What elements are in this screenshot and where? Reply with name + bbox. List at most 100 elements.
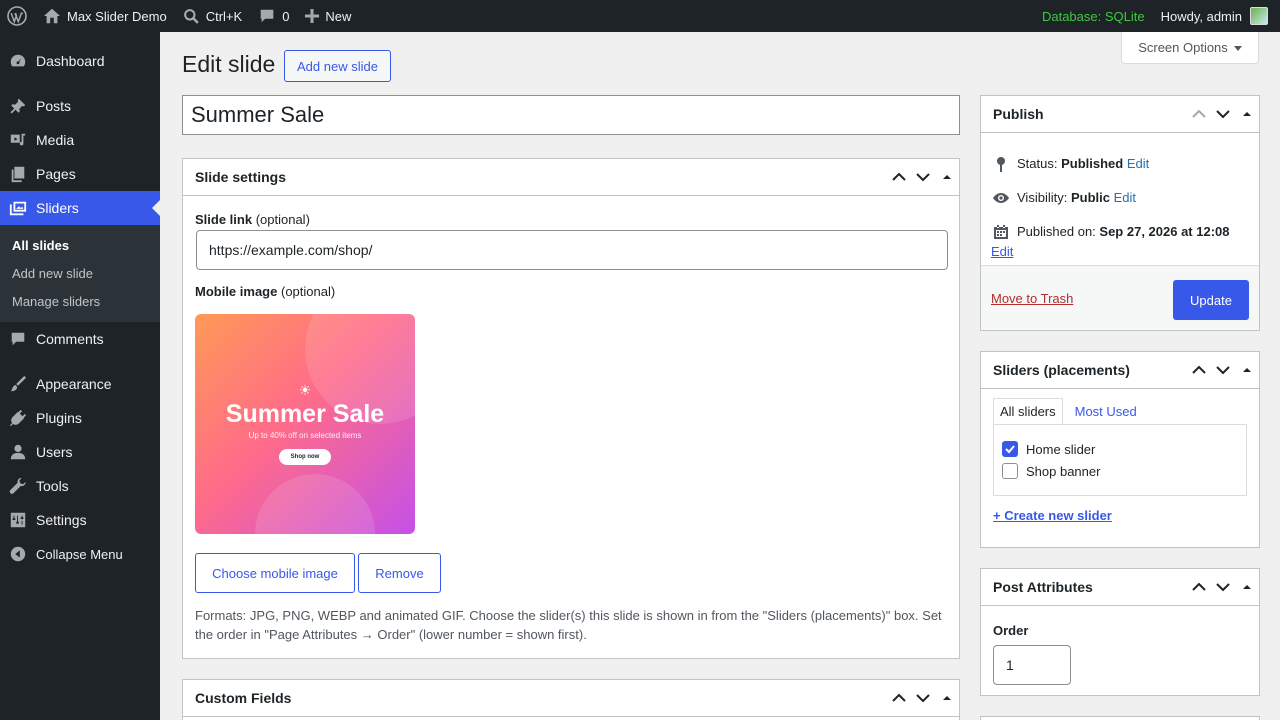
remove-image-button[interactable]: Remove xyxy=(358,553,441,593)
move-up-button[interactable] xyxy=(887,159,911,195)
new-label: New xyxy=(325,8,352,24)
triangle-up-icon xyxy=(1243,368,1251,372)
menu-dashboard[interactable]: Dashboard xyxy=(0,44,160,78)
slider-tabs: All sliders Most Used xyxy=(993,398,1143,424)
preview-subtitle: Up to 40% off on selected items xyxy=(248,431,362,440)
edit-date-link[interactable]: Edit xyxy=(991,244,1013,259)
move-to-trash-link[interactable]: Move to Trash xyxy=(991,291,1073,306)
menu-users[interactable]: Users xyxy=(0,435,160,469)
home-icon xyxy=(43,7,61,25)
triangle-up-icon xyxy=(1243,585,1251,589)
menu-tools[interactable]: Tools xyxy=(0,469,160,503)
wordpress-logo-icon[interactable] xyxy=(0,0,35,32)
toggle-panel-button[interactable] xyxy=(1235,352,1259,388)
tab-most-used[interactable]: Most Used xyxy=(1069,398,1143,424)
home-slider-checkbox[interactable] xyxy=(1002,441,1018,457)
comments-link[interactable]: 0 xyxy=(250,0,297,32)
menu-plugins[interactable]: Plugins xyxy=(0,401,160,435)
menu-label: Appearance xyxy=(36,376,112,392)
toggle-panel-button[interactable] xyxy=(935,680,959,716)
menu-posts[interactable]: Posts xyxy=(0,89,160,123)
site-name: Max Slider Demo xyxy=(67,8,167,24)
next-box-edge xyxy=(980,716,1260,720)
postbox-header: Custom Fields xyxy=(183,680,959,717)
slides-icon xyxy=(8,198,28,218)
move-up-button[interactable] xyxy=(1187,96,1211,132)
toggle-panel-button[interactable] xyxy=(1235,96,1259,132)
site-name-link[interactable]: Max Slider Demo xyxy=(35,0,175,32)
edit-visibility-link[interactable]: Edit xyxy=(1114,190,1136,205)
checkmark-icon xyxy=(1005,445,1015,454)
toggle-panel-button[interactable] xyxy=(935,159,959,195)
search-shortcut: Ctrl+K xyxy=(205,8,243,24)
menu-appearance[interactable]: Appearance xyxy=(0,367,160,401)
chevron-down-icon xyxy=(916,694,930,703)
triangle-up-icon xyxy=(943,696,951,700)
tab-all-sliders[interactable]: All sliders xyxy=(993,398,1063,424)
create-new-slider-link[interactable]: + Create new slider xyxy=(993,508,1112,523)
post-attributes-box: Post Attributes Order 1 xyxy=(980,568,1260,696)
update-button[interactable]: Update xyxy=(1173,280,1249,320)
move-down-button[interactable] xyxy=(1211,569,1235,605)
chevron-down-icon xyxy=(1216,110,1230,119)
command-palette-link[interactable]: Ctrl+K xyxy=(175,0,250,32)
submenu-all-slides[interactable]: All slides xyxy=(0,231,160,259)
menu-label: Settings xyxy=(36,512,87,528)
option-label: Home slider xyxy=(1026,441,1096,457)
menu-label: Posts xyxy=(36,98,72,114)
slide-settings-box: Slide settings Slide link (optional) htt… xyxy=(182,158,960,659)
published-on-row: Published on: Sep 27, 2026 at 12:08 xyxy=(991,224,1230,240)
pages-icon xyxy=(8,164,28,184)
page-title: Edit slide xyxy=(182,51,276,77)
chevron-up-icon xyxy=(892,172,906,181)
add-new-slide-button[interactable]: Add new slide xyxy=(284,50,391,82)
slide-link-input[interactable]: https://example.com/shop/ xyxy=(196,230,948,270)
choose-mobile-image-button[interactable]: Choose mobile image xyxy=(195,553,355,593)
move-up-button[interactable] xyxy=(1187,569,1211,605)
move-down-button[interactable] xyxy=(911,680,935,716)
eye-icon xyxy=(991,190,1011,206)
toggle-panel-button[interactable] xyxy=(1235,569,1259,605)
status-value: Published xyxy=(1061,156,1124,171)
submenu-manage-sliders[interactable]: Manage sliders xyxy=(0,287,160,315)
account-menu[interactable]: Howdy, admin xyxy=(1153,0,1280,32)
edit-status-link[interactable]: Edit xyxy=(1127,156,1149,171)
post-title-input[interactable]: Summer Sale xyxy=(182,95,960,135)
menu-comments[interactable]: Comments xyxy=(0,322,160,356)
slider-option-shop[interactable]: Shop banner xyxy=(1002,463,1100,479)
collapse-icon xyxy=(8,544,28,564)
main-content: Screen Options Edit slide Add new slide … xyxy=(160,32,1280,720)
move-up-button[interactable] xyxy=(887,680,911,716)
menu-label: Media xyxy=(36,132,75,148)
box-heading: Custom Fields xyxy=(195,690,292,706)
menu-label: Dashboard xyxy=(36,53,105,69)
screen-options-button[interactable]: Screen Options xyxy=(1121,32,1259,64)
menu-collapse[interactable]: Collapse Menu xyxy=(0,537,160,571)
shop-banner-checkbox[interactable] xyxy=(1002,463,1018,479)
submenu-add-new-slide[interactable]: Add new slide xyxy=(0,259,160,287)
order-input[interactable]: 1 xyxy=(993,645,1071,685)
move-down-button[interactable] xyxy=(911,159,935,195)
new-content-link[interactable]: New xyxy=(297,0,359,32)
published-date: Sep 27, 2026 at 12:08 xyxy=(1099,224,1230,239)
comments-count: 0 xyxy=(282,8,290,24)
calendar-icon xyxy=(991,224,1011,240)
move-down-button[interactable] xyxy=(1211,352,1235,388)
move-up-button[interactable] xyxy=(1187,352,1211,388)
formats-help-text: Formats: JPG, PNG, WEBP and animated GIF… xyxy=(195,608,942,642)
menu-label: Collapse Menu xyxy=(36,546,123,562)
menu-media[interactable]: Media xyxy=(0,123,160,157)
sliders-checklist: Home slider Shop banner xyxy=(993,424,1247,496)
menu-label: Tools xyxy=(36,478,69,494)
box-heading: Publish xyxy=(993,106,1044,122)
plugin-icon xyxy=(8,408,28,428)
move-down-button[interactable] xyxy=(1211,96,1235,132)
menu-sliders[interactable]: Sliders xyxy=(0,191,160,225)
box-heading: Sliders (placements) xyxy=(993,362,1130,378)
menu-settings[interactable]: Settings xyxy=(0,503,160,537)
caret-down-icon xyxy=(1233,45,1242,55)
postbox-header: Publish xyxy=(981,96,1259,133)
menu-pages[interactable]: Pages xyxy=(0,157,160,191)
menu-label: Comments xyxy=(36,331,104,347)
slider-option-home[interactable]: Home slider xyxy=(1002,441,1095,457)
